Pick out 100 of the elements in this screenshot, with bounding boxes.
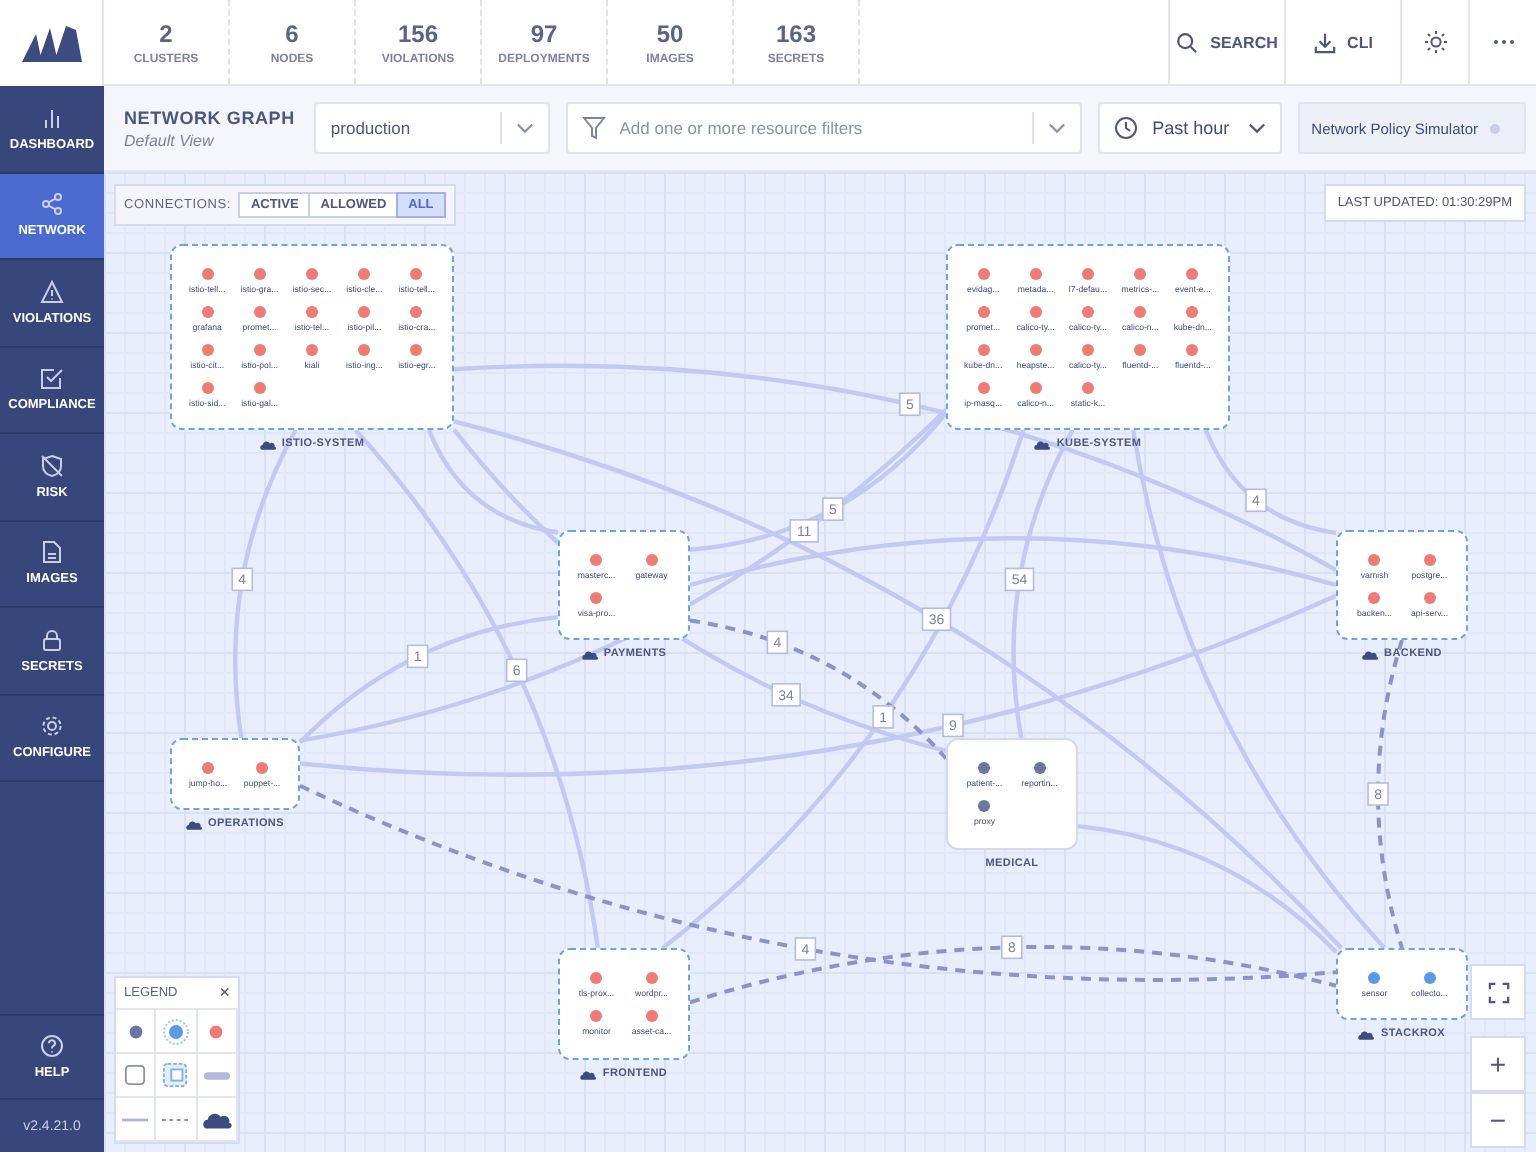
cloud-icon: [581, 649, 598, 659]
legend-active-deployment-icon: [161, 1017, 190, 1045]
legend-risk-deployment-icon: [208, 1023, 225, 1039]
deployment-dot[interactable]: [1029, 305, 1042, 317]
deployment-dot[interactable]: [590, 1010, 603, 1022]
zoom-out-button[interactable]: −: [1470, 1092, 1526, 1148]
deployment-dot[interactable]: [358, 305, 371, 317]
violations-icon: [40, 279, 64, 304]
deployment-dot[interactable]: [1368, 971, 1381, 983]
deployment-dot[interactable]: [978, 800, 991, 812]
logo-icon[interactable]: [0, 0, 104, 86]
deployment-dot[interactable]: [1186, 267, 1199, 279]
deployment-dot[interactable]: [201, 381, 214, 393]
deployment-dot[interactable]: [256, 761, 268, 773]
connection-line[interactable]: [1203, 429, 1337, 536]
help-icon: [40, 1033, 64, 1058]
deployment-dot[interactable]: [1081, 305, 1094, 317]
deployment-dot[interactable]: [1029, 343, 1042, 355]
secrets-icon: [40, 627, 64, 652]
stat-value: 163: [775, 19, 817, 47]
deployment-dot[interactable]: [1423, 553, 1436, 565]
connection-line[interactable]: [1077, 823, 1338, 954]
sun-icon: [1423, 30, 1447, 54]
connection-line[interactable]: [453, 363, 1338, 572]
deployment-dot[interactable]: [1029, 381, 1042, 393]
resource-filter-field[interactable]: Add one or more resource filters: [619, 118, 1019, 138]
deployment-dot[interactable]: [305, 305, 318, 317]
deployment-dot[interactable]: [977, 343, 990, 355]
legend-bar-icon: [203, 1071, 230, 1079]
deployment-dot[interactable]: [1033, 762, 1046, 774]
deployment-dot[interactable]: [1134, 343, 1147, 355]
deployment-dot[interactable]: [358, 267, 371, 279]
deployment-dot[interactable]: [410, 305, 423, 317]
cloud-icon: [1362, 649, 1379, 659]
clock-icon: [1114, 116, 1139, 140]
deployment-dot[interactable]: [253, 305, 266, 317]
deployment-dot[interactable]: [410, 343, 423, 355]
deployment-dot[interactable]: [590, 972, 603, 984]
close-button[interactable]: ×: [219, 984, 230, 1002]
deployment-dot[interactable]: [645, 1010, 658, 1022]
deployment-dot[interactable]: [253, 267, 266, 279]
chevron-down-icon[interactable]: [1048, 122, 1067, 134]
risk-icon: [40, 453, 64, 478]
deployment-dot[interactable]: [1134, 305, 1147, 317]
deployment-dot[interactable]: [253, 381, 266, 393]
deployment-dot[interactable]: [410, 267, 423, 279]
deployment-dot[interactable]: [305, 267, 318, 279]
chevron-down-icon: [1247, 122, 1266, 134]
namespace-box[interactable]: [946, 244, 1230, 430]
time-range-select[interactable]: Past hour: [1098, 102, 1282, 154]
stat-value: 2: [159, 19, 173, 47]
deployment-dot[interactable]: [977, 267, 990, 279]
deployment-dot[interactable]: [590, 553, 603, 565]
legend-namespace-icon: [124, 1064, 147, 1086]
legend-grouped-namespace-icon: [162, 1062, 189, 1088]
stat-value: 97: [530, 19, 558, 47]
deployment-dot[interactable]: [1423, 591, 1436, 603]
search-icon: [1176, 31, 1199, 53]
fullscreen-button[interactable]: [1470, 964, 1526, 1020]
filter-bar[interactable]: Add one or more resource filters: [565, 102, 1083, 154]
deployment-dot[interactable]: [977, 381, 990, 393]
zoom-in-button[interactable]: +: [1470, 1036, 1526, 1092]
deployment-dot[interactable]: [645, 553, 658, 565]
cloud-icon: [1358, 1029, 1375, 1039]
deployment-dot[interactable]: [1186, 343, 1199, 355]
deployment-dot[interactable]: [978, 762, 991, 774]
deployment-dot[interactable]: [1368, 553, 1381, 565]
deployment-dot[interactable]: [253, 343, 266, 355]
connection-line[interactable]: [298, 614, 559, 744]
connection-line[interactable]: [689, 536, 1337, 588]
deployment-dot[interactable]: [977, 305, 990, 317]
deployment-dot[interactable]: [1081, 343, 1094, 355]
deployment-dot[interactable]: [201, 267, 214, 279]
cloud-icon: [1034, 439, 1051, 449]
deployment-dot[interactable]: [1081, 267, 1094, 279]
deployment-dot[interactable]: [1081, 381, 1094, 393]
chevron-down-icon: [515, 122, 534, 134]
deployment-dot[interactable]: [1423, 971, 1436, 983]
connection-line[interactable]: [689, 411, 948, 552]
deployment-dot[interactable]: [358, 343, 371, 355]
deployment-dot[interactable]: [1134, 267, 1147, 279]
deployment-dot[interactable]: [1186, 305, 1199, 317]
dashboard-icon: [40, 105, 64, 130]
deployment-dot[interactable]: [201, 305, 214, 317]
connection-line[interactable]: [689, 618, 948, 760]
connection-line[interactable]: [689, 945, 1337, 1005]
stat-value: 50: [656, 19, 684, 47]
more-icon: [1491, 38, 1515, 46]
connection-line[interactable]: [427, 429, 559, 535]
deployment-dot[interactable]: [590, 591, 603, 603]
cluster-select[interactable]: production: [314, 102, 550, 154]
deployment-dot[interactable]: [1029, 267, 1042, 279]
deployment-dot[interactable]: [201, 343, 214, 355]
deployment-dot[interactable]: [645, 972, 658, 984]
namespace-box[interactable]: [170, 244, 454, 430]
stat-value: 156: [397, 19, 439, 47]
deployment-dot[interactable]: [305, 343, 318, 355]
deployment-dot[interactable]: [1368, 591, 1381, 603]
deployment-dot[interactable]: [202, 761, 214, 773]
connection-line[interactable]: [299, 783, 1337, 982]
